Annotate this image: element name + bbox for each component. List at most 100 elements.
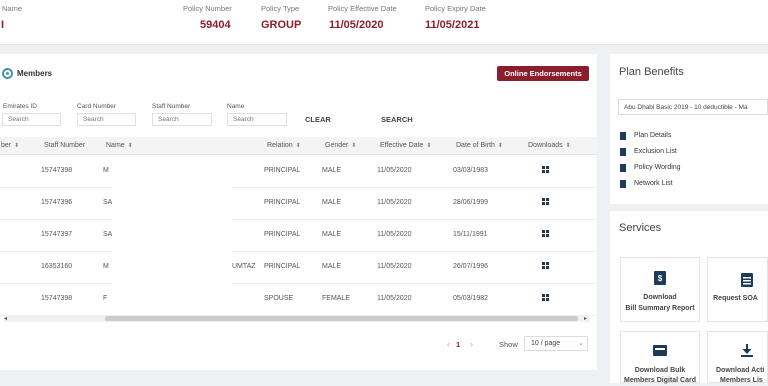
download-grid-icon[interactable] bbox=[542, 262, 549, 269]
scroll-right-icon[interactable]: ▸ bbox=[584, 315, 587, 322]
chevron-down-icon: ⌄ bbox=[578, 340, 584, 347]
plan-select-value: Abu Dhabi Basic 2019 - 10 deductible - M… bbox=[624, 104, 748, 111]
relation-cell: PRINCIPAL bbox=[264, 167, 301, 174]
effective-date-cell: 11/05/2020 bbox=[377, 295, 412, 302]
name-value: I bbox=[1, 19, 5, 31]
download-grid-icon[interactable] bbox=[542, 294, 549, 301]
clear-button[interactable]: CLEAR bbox=[305, 115, 331, 124]
search-button[interactable]: SEARCH bbox=[381, 115, 413, 124]
members-radio[interactable] bbox=[2, 68, 13, 79]
table-row: 15747397 SA PRINCIPAL MALE 11/05/2020 15… bbox=[0, 219, 597, 252]
name-filter-label: Name bbox=[227, 103, 245, 110]
download-active-members-card[interactable]: Download Acti Members Lis bbox=[707, 331, 768, 384]
gender-cell: MALE bbox=[322, 231, 342, 238]
next-page-icon[interactable]: › bbox=[470, 339, 473, 349]
prev-page-icon[interactable]: ‹ bbox=[447, 339, 450, 349]
gender-cell: MALE bbox=[322, 167, 342, 174]
effective-date-cell: 11/05/2020 bbox=[377, 167, 412, 174]
exclusion-list-link[interactable]: Exclusion List bbox=[634, 148, 677, 155]
service-card-line1: Request SOA bbox=[713, 295, 758, 302]
name-cell: M bbox=[103, 167, 109, 174]
col-downloads: Downloads ⬍ bbox=[528, 142, 571, 149]
table-row: 16353160 M UMTAZ PRINCIPAL MALE 11/05/20… bbox=[0, 251, 597, 284]
page-number[interactable]: 1 bbox=[456, 340, 460, 349]
col-date-of-birth[interactable]: Date of Birth ⬍ bbox=[456, 142, 503, 149]
date-of-birth-cell: 03/03/1983 bbox=[453, 167, 489, 174]
document-icon bbox=[620, 180, 626, 188]
service-card-line1: Download bbox=[643, 294, 677, 301]
staff-number-cell: 15747396 bbox=[41, 199, 73, 206]
document-icon bbox=[620, 148, 626, 156]
plan-details-link[interactable]: Plan Details bbox=[634, 132, 671, 139]
members-title: Members bbox=[17, 69, 53, 78]
redaction-box bbox=[112, 166, 232, 304]
online-endorsements-button[interactable]: Online Endorsements bbox=[497, 66, 589, 81]
emirates-id-search-input[interactable] bbox=[2, 113, 61, 126]
col-staff-number[interactable]: Staff Number bbox=[44, 142, 85, 149]
col-gender[interactable]: Gender ⬍ bbox=[325, 142, 356, 149]
effective-date-cell: 11/05/2020 bbox=[377, 231, 412, 238]
service-card-line2: Members Lis bbox=[720, 377, 763, 384]
gender-cell: MALE bbox=[322, 263, 342, 270]
card-number-search-input[interactable] bbox=[77, 113, 136, 126]
name-cell: SA bbox=[103, 231, 113, 238]
name-cell: SA bbox=[103, 199, 113, 206]
card-number-label: Card Number bbox=[77, 103, 117, 110]
service-card-line2: Members Digital Card bbox=[624, 377, 696, 384]
page-size-select[interactable]: 10 / page ⌄ bbox=[524, 336, 588, 351]
download-bulk-digital-card[interactable]: Download Bulk Members Digital Card bbox=[620, 331, 700, 384]
col-card-number[interactable]: ber ⬍ bbox=[1, 142, 19, 149]
staff-number-cell: 15747397 bbox=[41, 231, 73, 238]
gender-cell: MALE bbox=[322, 199, 342, 206]
staff-number-cell: 16353160 bbox=[41, 263, 73, 270]
emirates-id-label: Emirates ID bbox=[3, 103, 37, 110]
col-relation[interactable]: Relation ⬍ bbox=[267, 142, 301, 149]
scroll-left-icon[interactable]: ◂ bbox=[4, 315, 7, 322]
policy-number-value: 59404 bbox=[200, 19, 231, 31]
date-of-birth-cell: 05/03/1982 bbox=[453, 295, 489, 302]
download-bill-summary-card[interactable]: $ Download Bill Summary Report bbox=[620, 257, 700, 322]
date-of-birth-cell: 28/06/1999 bbox=[453, 199, 489, 206]
download-grid-icon[interactable] bbox=[542, 230, 549, 237]
policy-type-label: Policy Type bbox=[261, 4, 300, 13]
document-icon bbox=[620, 164, 626, 172]
download-grid-icon[interactable] bbox=[542, 198, 549, 205]
policy-wording-link[interactable]: Policy Wording bbox=[634, 164, 681, 171]
table-row: 15747398 F SPOUSE FEMALE 11/05/2020 05/0… bbox=[0, 283, 597, 316]
col-name[interactable]: Name ⬍ bbox=[106, 142, 133, 149]
service-card-line1: Download Acti bbox=[716, 367, 765, 374]
network-list-link[interactable]: Network List bbox=[634, 180, 673, 187]
page-size-value: 10 / page bbox=[531, 340, 561, 347]
members-table-header: ber ⬍ Staff Number Name ⬍ Relation ⬍ Gender… bbox=[0, 137, 597, 155]
plan-benefits-title: Plan Benefits bbox=[619, 66, 684, 78]
table-row: 15747398 M PRINCIPAL MALE 11/05/2020 03/… bbox=[0, 155, 597, 188]
svg-text:$: $ bbox=[658, 274, 663, 283]
document-lines-icon bbox=[741, 273, 753, 287]
service-card-line1: Download Bulk bbox=[634, 367, 686, 374]
effective-date-cell: 11/05/2020 bbox=[377, 199, 412, 206]
name-cell: F bbox=[103, 295, 108, 302]
download-grid-icon[interactable] bbox=[542, 166, 549, 173]
staff-number-search-input[interactable] bbox=[152, 113, 212, 126]
staff-number-cell: 15747398 bbox=[41, 295, 73, 302]
bill-icon: $ bbox=[654, 271, 666, 285]
scrollbar-thumb[interactable] bbox=[105, 316, 578, 321]
effective-date-cell: 11/05/2020 bbox=[377, 263, 412, 270]
policy-effective-date-value: 11/05/2020 bbox=[329, 19, 384, 31]
name-search-input[interactable] bbox=[227, 113, 287, 126]
relation-cell: PRINCIPAL bbox=[264, 231, 301, 238]
name-cell-tail: UMTAZ bbox=[232, 263, 256, 270]
policy-effective-date-label: Policy Effective Date bbox=[328, 4, 397, 13]
relation-cell: SPOUSE bbox=[264, 295, 294, 302]
relation-cell: PRINCIPAL bbox=[264, 263, 301, 270]
col-effective-date[interactable]: Effective Date ⬍ bbox=[380, 142, 431, 149]
date-of-birth-cell: 26/07/1996 bbox=[453, 263, 489, 270]
plan-select[interactable]: Abu Dhabi Basic 2019 - 10 deductible - M… bbox=[618, 99, 768, 115]
request-soa-card[interactable]: Request SOA bbox=[707, 257, 768, 322]
relation-cell: PRINCIPAL bbox=[264, 199, 301, 206]
policy-header: Name I Policy Number 59404 Policy Type G… bbox=[0, 0, 768, 45]
services-title: Services bbox=[619, 222, 662, 234]
table-row: 15747396 SA PRINCIPAL MALE 11/05/2020 28… bbox=[0, 187, 597, 220]
show-label: Show bbox=[499, 340, 518, 349]
service-card-line2: Bill Summary Report bbox=[625, 305, 695, 312]
